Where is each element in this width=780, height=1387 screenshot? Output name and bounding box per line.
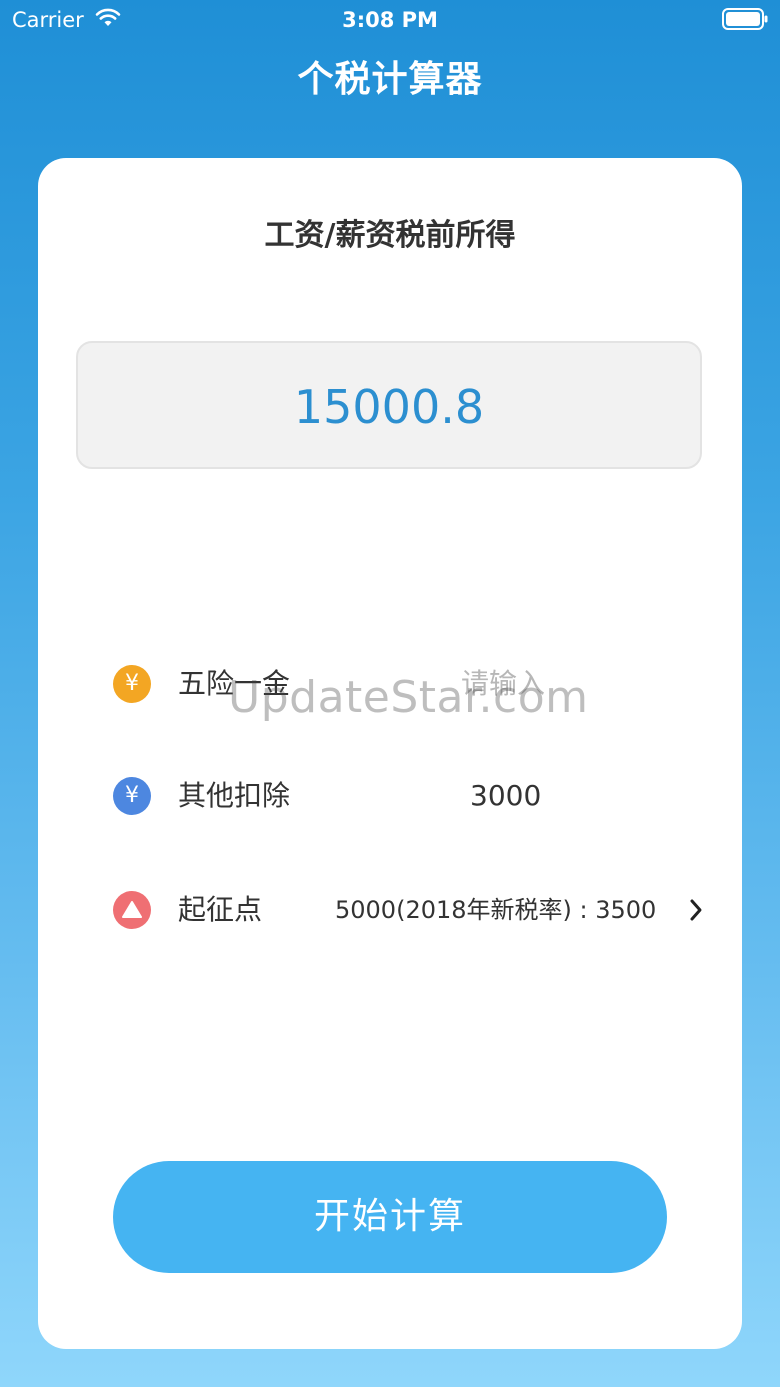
yen-symbol: ¥ bbox=[125, 671, 139, 696]
calculate-button[interactable]: 开始计算 bbox=[113, 1161, 667, 1273]
other-deductions-input[interactable]: 3000 bbox=[470, 777, 541, 815]
salary-input[interactable]: 15000.8 bbox=[76, 341, 702, 469]
other-deductions-row: ¥ 其他扣除 3000 bbox=[38, 767, 742, 827]
status-bar: Carrier 3:08 PM bbox=[0, 0, 780, 40]
battery-icon bbox=[722, 8, 768, 30]
page-title: 个税计算器 bbox=[297, 59, 483, 100]
other-deductions-label: 其他扣除 bbox=[178, 779, 291, 812]
threshold-label: 起征点 bbox=[178, 893, 263, 926]
salary-heading: 工资/薪资税前所得 bbox=[264, 218, 516, 253]
chevron-right-icon bbox=[690, 899, 702, 921]
triangle-up-glyph bbox=[122, 901, 142, 918]
yen-icon: ¥ bbox=[113, 665, 151, 703]
threshold-row[interactable]: 起征点 5000(2018年新税率) : 3500 bbox=[38, 881, 742, 941]
status-time: 3:08 PM bbox=[342, 8, 438, 32]
calculator-card: 工资/薪资税前所得 15000.8 ¥ 五险一金 请输入 ¥ 其他扣除 3000… bbox=[38, 158, 742, 1349]
threshold-value: 5000(2018年新税率) : 3500 bbox=[335, 896, 657, 924]
calculate-button-label: 开始计算 bbox=[313, 1196, 466, 1237]
triangle-up-icon bbox=[113, 891, 151, 929]
yen-symbol: ¥ bbox=[125, 783, 139, 808]
watermark: UpdateStar.com bbox=[228, 672, 589, 723]
salary-value: 15000.8 bbox=[293, 380, 485, 434]
yen-icon: ¥ bbox=[113, 777, 151, 815]
